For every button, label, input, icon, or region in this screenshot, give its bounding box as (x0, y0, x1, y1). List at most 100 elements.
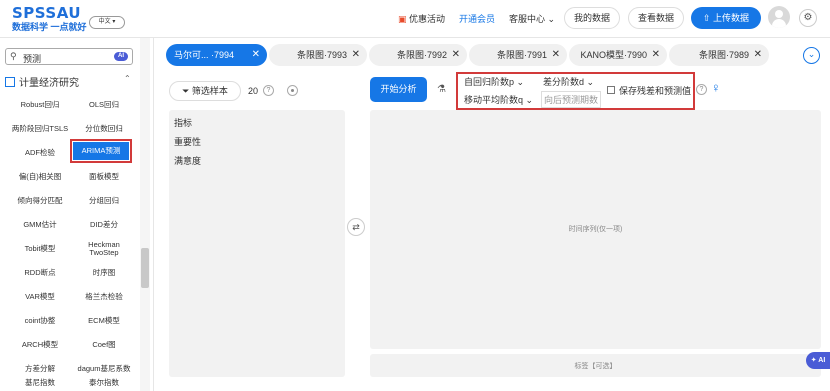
label-drop-label: 标签【可选】 (574, 363, 617, 370)
upload-label: 上传数据 (713, 13, 750, 23)
variable-list: 指标 重要性 满意度 (169, 110, 345, 377)
filter-sample-button[interactable]: ⏷ 筛选样本 (169, 81, 241, 101)
sidebar-item-tobit[interactable]: Tobit模型 (9, 237, 71, 261)
sidebar-item-var[interactable]: VAR模型 (9, 285, 71, 309)
sidebar-item-group-reg[interactable]: 分组回归 (73, 189, 135, 213)
header: SPSSAU 数据科学 一点就好 中文 ▾ ▣ 优惠活动 开通会员 客服中心 ⌄… (0, 0, 830, 38)
save-residuals-label[interactable]: 保存残差和预测值 (619, 84, 691, 97)
ai-search-badge[interactable]: AI (114, 52, 128, 61)
sidebar-item-granger[interactable]: 格兰杰检验 (73, 285, 135, 309)
sidebar-item-did[interactable]: DID差分 (73, 213, 135, 237)
sidebar-item-heckman[interactable]: Heckman TwoStep (73, 237, 135, 261)
sidebar-item-coef[interactable]: Coef图 (73, 333, 135, 357)
filter-icon: ⏷ (182, 86, 190, 96)
tab-list-dropdown-icon[interactable]: ⌄ (803, 47, 820, 64)
language-label: 中文 (98, 19, 111, 25)
sidebar-item-arima[interactable]: ARIMA预测 (70, 139, 132, 163)
avatar[interactable] (768, 6, 790, 28)
tab-7992[interactable]: 条限图·7992 ✕ (369, 44, 467, 66)
variable-item[interactable]: 满意度 (174, 154, 201, 167)
timeseries-drop-zone[interactable]: 时间序列(仅一项) (370, 110, 821, 349)
promo-link[interactable]: ▣ 优惠活动 (398, 12, 445, 25)
view-data-button[interactable]: 查看数据 (628, 7, 684, 29)
ar-order-label: 自回归阶数p (464, 77, 515, 87)
flask-icon[interactable]: ⚗ (437, 84, 446, 95)
tab-7991[interactable]: 条限图·7991 ✕ (469, 44, 567, 66)
sidebar-item-tsls[interactable]: 两阶段回归TSLS (9, 117, 71, 141)
chevron-up-icon[interactable]: ⌃ (124, 74, 131, 83)
sidebar: ⚲ 预测 AI 计量经济研究 ⌃ Robust回归 OLS回归 两阶段回归TSL… (0, 38, 154, 391)
close-icon[interactable]: ✕ (754, 44, 762, 66)
sample-count: 20 (248, 86, 259, 96)
diff-order-select[interactable]: 差分阶数d ⌄ (543, 75, 594, 88)
tab-markov-7994[interactable]: 马尔可... ·7994 ✕ (166, 44, 267, 66)
chevron-down-icon: ⌄ (586, 77, 595, 87)
section-title-label: 计量经济研究 (19, 78, 79, 89)
promo-label: 优惠活动 (409, 14, 446, 24)
ma-order-select[interactable]: 移动平均阶数q ⌄ (464, 93, 533, 106)
tab-label: 条限图·7992 (396, 50, 447, 60)
lightbulb-icon[interactable]: ♀ (711, 80, 721, 95)
help-icon[interactable]: ? (696, 84, 707, 95)
variable-item[interactable]: 重要性 (174, 135, 201, 148)
vip-link[interactable]: 开通会员 (459, 12, 495, 25)
sidebar-item-coint[interactable]: coint协整 (9, 309, 71, 333)
tab-kano-7990[interactable]: KANO模型·7990 ✕ (569, 44, 667, 66)
service-menu[interactable]: 客服中心 ⌄ (509, 12, 555, 25)
tab-label: 条限图·7989 (698, 50, 749, 60)
filter-label: 筛选样本 (191, 86, 228, 96)
label-drop-zone[interactable]: 标签【可选】 (370, 354, 821, 377)
ar-order-select[interactable]: 自回归阶数p ⌄ (464, 75, 524, 88)
gift-icon: ▣ (398, 14, 407, 24)
sidebar-item-quantile[interactable]: 分位数回归 (73, 117, 135, 141)
grid-icon (5, 77, 15, 87)
sidebar-item-ecm[interactable]: ECM模型 (73, 309, 135, 333)
forecast-periods-input[interactable]: 向后预测期数 (541, 91, 601, 108)
record-icon[interactable] (287, 85, 298, 96)
sidebar-item-panel[interactable]: 面板模型 (73, 165, 135, 189)
sidebar-item-arch[interactable]: ARCH模型 (9, 333, 71, 357)
close-icon[interactable]: ✕ (652, 44, 660, 66)
my-data-button[interactable]: 我的数据 (564, 7, 620, 29)
sidebar-item-ols[interactable]: OLS回归 (73, 93, 135, 117)
tab-7989[interactable]: 条限图·7989 ✕ (669, 44, 769, 66)
variable-item[interactable]: 指标 (174, 116, 192, 129)
chevron-down-icon: ⌄ (525, 95, 534, 105)
sidebar-item-rdd[interactable]: RDD断点 (9, 261, 71, 285)
service-label: 客服中心 (509, 14, 546, 24)
sidebar-item-gini[interactable]: 基尼指数 (9, 376, 71, 390)
close-icon[interactable]: ✕ (552, 44, 560, 66)
upload-icon: ⇧ (702, 13, 711, 23)
timeseries-drop-label: 时间序列(仅一项) (568, 226, 623, 233)
method-search-input[interactable]: ⚲ 预测 AI (5, 48, 133, 65)
save-residuals-checkbox[interactable] (607, 86, 615, 94)
sidebar-scrollbar-track[interactable] (140, 38, 150, 391)
ai-assistant-button[interactable]: ✦ AI (806, 352, 830, 369)
tab-label: 马尔可... ·7994 (174, 50, 235, 60)
tab-7993[interactable]: 条限图·7993 ✕ (269, 44, 367, 66)
sidebar-item-gmm[interactable]: GMM估计 (9, 213, 71, 237)
sidebar-item-adf[interactable]: ADF检验 (9, 141, 71, 165)
close-icon[interactable]: ✕ (352, 44, 360, 66)
close-icon[interactable]: ✕ (252, 44, 260, 66)
tab-label: 条限图·7993 (296, 50, 347, 60)
language-select[interactable]: 中文 ▾ (89, 16, 125, 29)
settings-icon[interactable]: ⚙ (799, 9, 817, 27)
sidebar-item-pacf[interactable]: 偏(自)相关图 (9, 165, 71, 189)
chevron-down-icon: ⌄ (547, 14, 556, 24)
search-icon: ⚲ (10, 51, 17, 61)
search-value: 预测 (23, 54, 42, 64)
close-icon[interactable]: ✕ (452, 44, 460, 66)
sidebar-scrollbar-thumb[interactable] (141, 248, 149, 288)
sidebar-item-theil[interactable]: 泰尔指数 (73, 376, 135, 390)
tab-bar: 马尔可... ·7994 ✕ 条限图·7993 ✕ 条限图·7992 ✕ 条限图·79… (162, 42, 830, 69)
help-icon[interactable]: ? (263, 85, 274, 96)
sidebar-item-robust[interactable]: Robust回归 (9, 93, 71, 117)
sidebar-item-psm[interactable]: 倾向得分匹配 (9, 189, 71, 213)
upload-data-button[interactable]: ⇧ 上传数据 (691, 7, 761, 29)
diff-order-label: 差分阶数d (543, 77, 585, 87)
start-analysis-button[interactable]: 开始分析 (370, 77, 427, 102)
sidebar-item-timeseries-plot[interactable]: 时序图 (73, 261, 135, 285)
swap-icon[interactable]: ⇄ (347, 218, 365, 236)
section-title[interactable]: 计量经济研究 (5, 74, 79, 89)
